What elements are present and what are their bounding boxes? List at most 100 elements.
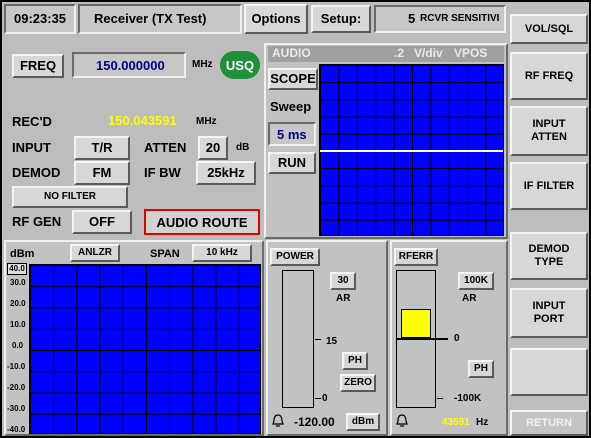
- sweep-field[interactable]: 5 ms: [268, 122, 316, 146]
- vdiv-value: .2: [394, 46, 405, 60]
- setup-label: Setup:: [320, 10, 362, 26]
- analyzer-grid: [29, 264, 261, 434]
- power-bar-frame: [282, 270, 314, 408]
- clock-time: 09:23:35: [14, 11, 67, 26]
- usq-label: USQ: [225, 57, 255, 73]
- softkey-column: VOL/SQL RF FREQ INPUT ATTEN IF FILTER DE…: [510, 6, 589, 436]
- ref-level-value: 40.0: [9, 264, 25, 273]
- input-button[interactable]: T/R: [74, 136, 130, 160]
- ifbw-button[interactable]: 25kHz: [196, 161, 256, 185]
- span-label: SPAN: [150, 248, 180, 260]
- power-range-value: 30: [337, 275, 349, 287]
- softkey-label: IF FILTER: [523, 179, 575, 192]
- power-range-button[interactable]: 30: [330, 272, 356, 290]
- atten-button[interactable]: 20: [198, 136, 228, 160]
- rferr-scale-low: -100K: [454, 393, 482, 404]
- bell-icon: [272, 414, 284, 428]
- vpos-label[interactable]: VPOS: [454, 46, 487, 60]
- softkey-if-filter[interactable]: IF FILTER: [510, 162, 588, 210]
- freq-value: 150.000000: [96, 58, 165, 73]
- power-ph-button[interactable]: PH: [342, 352, 368, 370]
- setup-value-box: 5 RCVR SENSITIVI: [374, 5, 506, 33]
- power-ph-label: PH: [348, 355, 362, 367]
- power-title-button[interactable]: POWER: [270, 248, 320, 266]
- ref-level-box[interactable]: 40.0: [7, 263, 27, 275]
- demod-button[interactable]: FM: [74, 161, 130, 185]
- softkey-label: VOL/SQL: [524, 22, 574, 35]
- anlzr-button[interactable]: ANLZR: [70, 244, 120, 262]
- softkey-rf-freq[interactable]: RF FREQ: [510, 52, 588, 100]
- power-scale-mid: 15: [326, 336, 338, 347]
- span-value: 10 kHz: [206, 247, 238, 259]
- setup-button[interactable]: Setup:: [311, 5, 371, 33]
- y-tick-label: 0.0: [12, 341, 24, 350]
- rfgen-button[interactable]: OFF: [72, 210, 132, 234]
- power-reading-value: -120.00: [294, 415, 335, 429]
- rfgen-value: OFF: [89, 213, 115, 229]
- audio-route-button[interactable]: AUDIO ROUTE: [144, 209, 260, 235]
- rferr-range-button[interactable]: 100K: [458, 272, 494, 290]
- softkey-demod-type[interactable]: DEMOD TYPE: [510, 232, 588, 280]
- filter-button[interactable]: NO FILTER: [12, 186, 128, 208]
- y-tick-label: -20.0: [7, 383, 26, 392]
- options-label: Options: [251, 10, 301, 26]
- sweep-label: Sweep: [270, 99, 312, 114]
- span-button[interactable]: 10 kHz: [192, 244, 252, 262]
- sweep-value: 5 ms: [277, 127, 307, 142]
- power-zero-button[interactable]: ZERO: [340, 374, 376, 392]
- power-reading-unit: dBm: [351, 416, 375, 428]
- power-range-mode: AR: [336, 293, 351, 304]
- audio-label: AUDIO: [272, 46, 311, 60]
- run-button[interactable]: RUN: [268, 152, 316, 174]
- audio-route-label: AUDIO ROUTE: [156, 214, 248, 230]
- softkey-label: RF FREQ: [524, 69, 574, 82]
- rferr-scale-zero: 0: [454, 333, 460, 344]
- anlzr-label: ANLZR: [78, 247, 112, 259]
- ifbw-label: IF BW: [144, 165, 181, 180]
- rferr-title: RFERR: [398, 251, 434, 263]
- rferr-ph-label: PH: [474, 363, 488, 375]
- rferr-reading-value: 43591: [442, 417, 470, 428]
- rferr-reading-unit: Hz: [476, 417, 489, 428]
- rferr-ph-button[interactable]: PH: [468, 360, 494, 378]
- softkey-label: DEMOD TYPE: [528, 243, 570, 268]
- recd-unit: MHz: [196, 116, 217, 127]
- y-tick-label: 20.0: [10, 299, 26, 308]
- setup-value: RCVR SENSITIVI: [420, 13, 500, 24]
- rferr-title-button[interactable]: RFERR: [394, 248, 438, 266]
- scope-trace: [320, 150, 503, 152]
- clock-display: 09:23:35: [4, 4, 76, 34]
- power-unit-button[interactable]: dBm: [346, 413, 380, 431]
- mode-title-box: Receiver (TX Test): [78, 4, 242, 34]
- run-label: RUN: [277, 154, 307, 170]
- freq-button[interactable]: FREQ: [12, 54, 64, 78]
- softkey-blank[interactable]: [510, 348, 588, 396]
- rferr-range-value: 100K: [464, 275, 488, 287]
- softkey-input-port[interactable]: INPUT PORT: [510, 288, 588, 338]
- rfgen-label: RF GEN: [12, 214, 62, 229]
- softkey-return[interactable]: RETURN: [510, 410, 588, 436]
- input-value: T/R: [91, 139, 113, 155]
- scope-button[interactable]: SCOPE: [268, 68, 318, 90]
- rferr-scale-tick: [437, 398, 443, 399]
- softkey-input-atten[interactable]: INPUT ATTEN: [510, 106, 588, 156]
- options-button[interactable]: Options: [244, 4, 308, 34]
- power-zero-label: ZERO: [344, 377, 372, 389]
- rferr-range-mode: AR: [462, 293, 477, 304]
- bell-icon: [396, 414, 408, 428]
- scope-label: SCOPE: [270, 70, 316, 86]
- power-scale-tick: [315, 398, 321, 399]
- atten-value: 20: [205, 139, 221, 155]
- y-tick-label: -10.0: [7, 362, 26, 371]
- filter-label: NO FILTER: [43, 191, 97, 203]
- setup-number: 5: [408, 11, 416, 26]
- y-tick-label: 10.0: [10, 320, 26, 329]
- softkey-label: RETURN: [526, 416, 572, 429]
- demod-value: FM: [92, 164, 112, 180]
- recd-value: 150.043591: [108, 113, 177, 128]
- usq-badge: USQ: [220, 51, 260, 79]
- freq-field[interactable]: 150.000000: [72, 52, 186, 78]
- mode-title: Receiver (TX Test): [94, 11, 207, 26]
- vdiv-unit: V/div: [414, 46, 443, 60]
- softkey-vol-sql[interactable]: VOL/SQL: [510, 14, 588, 44]
